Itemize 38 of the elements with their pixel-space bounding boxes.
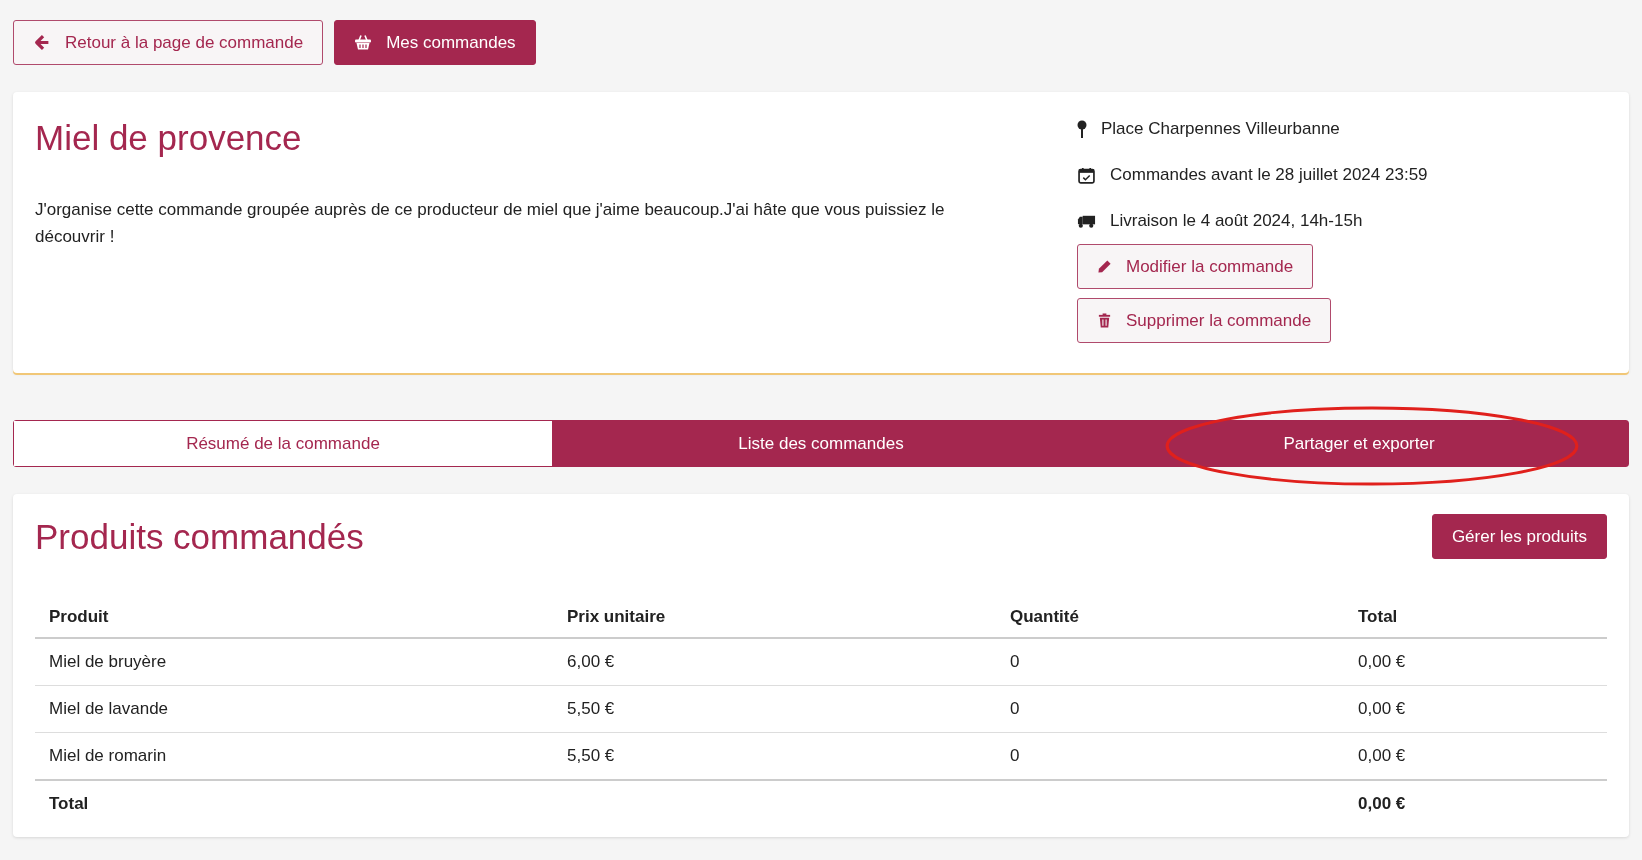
table-cell: 0	[996, 732, 1344, 780]
total-value: 0,00 €	[1344, 780, 1607, 827]
order-title: Miel de provence	[35, 118, 303, 158]
column-header: Produit	[35, 597, 553, 638]
column-header: Prix unitaire	[553, 597, 996, 638]
back-button[interactable]: Retour à la page de commande	[13, 20, 324, 65]
basket-icon	[354, 34, 373, 51]
order-detail-text: Place Charpennes Villeurbanne	[1101, 119, 1340, 139]
tab[interactable]: Partager et exporter	[1090, 421, 1628, 466]
pin-icon	[1077, 120, 1087, 138]
table-cell: Miel de bruyère	[35, 638, 553, 686]
tab[interactable]: Résumé de la commande	[14, 421, 552, 466]
trash-icon	[1097, 313, 1112, 328]
order-description: J'organise cette commande groupée auprès de ce producteur de miel que j'aime beaucoup.J'ai hâte que vous puissiez le découvrir !	[35, 199, 946, 248]
table-cell: 6,00 €	[553, 638, 996, 686]
table-cell: 0,00 €	[1344, 732, 1607, 780]
calendar-icon	[1077, 166, 1096, 184]
table-cell: Miel de romarin	[35, 732, 553, 780]
column-header: Total	[1344, 597, 1607, 638]
column-header: Quantité	[996, 597, 1344, 638]
orders-button[interactable]: Mes commandes	[334, 20, 536, 65]
table-cell: Miel de lavande	[35, 685, 553, 733]
table-cell: 5,50 €	[553, 685, 996, 733]
total-label: Total	[35, 780, 553, 827]
table-cell: 0	[996, 685, 1344, 733]
delete-order-button[interactable]: Supprimer la commande	[1077, 298, 1332, 343]
table-cell: 0	[996, 638, 1344, 686]
table-cell: 5,50 €	[553, 732, 996, 780]
table-cell: 0,00 €	[1344, 685, 1607, 733]
table-cell: 0,00 €	[1344, 638, 1607, 686]
arrow-left-icon	[33, 34, 51, 51]
order-detail-text: Commandes avant le 28 juillet 2024 23:59	[1110, 165, 1428, 185]
order-detail-text: Livraison le 4 août 2024, 14h-15h	[1110, 211, 1363, 231]
products-title: Produits commandés	[35, 516, 364, 557]
manage-products-button[interactable]: Gérer les produits	[1431, 514, 1607, 559]
pencil-icon	[1097, 259, 1112, 274]
tab[interactable]: Liste des commandes	[552, 421, 1090, 466]
edit-order-button[interactable]: Modifier la commande	[1077, 244, 1314, 289]
